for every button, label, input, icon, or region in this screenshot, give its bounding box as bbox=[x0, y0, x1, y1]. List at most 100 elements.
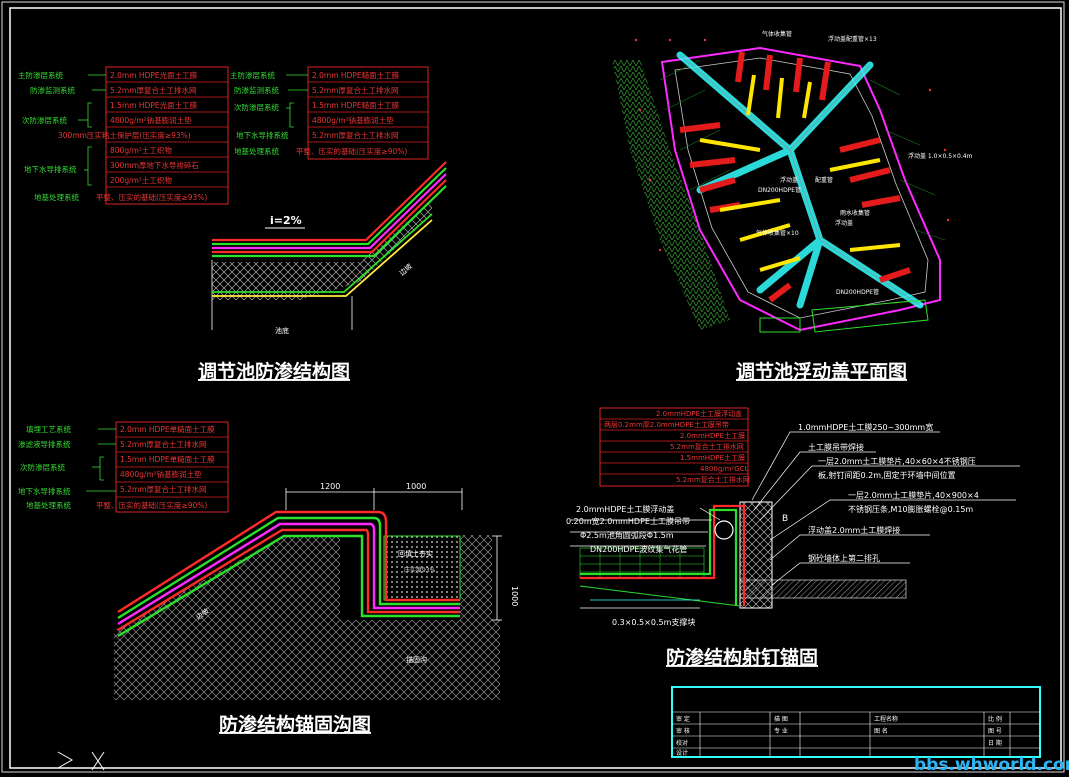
nail-left-3: DN200HDPE波纹集气花管 bbox=[590, 544, 687, 554]
nail-layer-3: 5.2mm复合土工排水网 bbox=[670, 442, 744, 451]
sys-label-2: 次防渗层系统 bbox=[22, 115, 67, 125]
nail-layer-1: 两层0.2mm厚2.0mmHDPE土工膜吊带 bbox=[604, 420, 729, 429]
plan-label-3: DN200HDPE管 bbox=[758, 186, 801, 194]
nail-layer-2: 2.0mmHDPE土工膜 bbox=[680, 431, 745, 440]
tb-cell-9: 图 号 bbox=[988, 728, 1002, 735]
nail-left-1: 0.20m宽2.0mmHDPE土工膜吊带 bbox=[566, 516, 690, 526]
plan-label-4: 配重管 bbox=[815, 176, 833, 184]
nail-layer-5: 4800g/m²GCL bbox=[700, 465, 749, 473]
layer-a-7: 200g/m²土工织物 bbox=[110, 175, 172, 185]
tb-cell-2: 校对 bbox=[676, 739, 688, 747]
layer-a-8: 平整、压实的基础(压实度≥93%) bbox=[96, 192, 207, 202]
trench-sys-0: 填埋工艺系统 bbox=[26, 424, 71, 434]
layer-a-5: 800g/m²土工织物 bbox=[110, 145, 172, 155]
nail-note-2: 一层2.0mm土工膜垫片,40×60×4不锈钢压 bbox=[818, 456, 976, 466]
layer-b-0: 2.0mm HDPE糙面土工膜 bbox=[312, 70, 400, 80]
plan-label-5: 雨水收集管 bbox=[840, 209, 870, 217]
sys-label-b-4: 地基处理系统 bbox=[234, 146, 279, 156]
cad-drawing-canvas: 2.0mm HDPE光面土工膜 5.2mm厚复合土工排水网 1.5mm HDPE… bbox=[1, 1, 1069, 775]
layer-a-0: 2.0mm HDPE光面土工膜 bbox=[110, 70, 198, 80]
nail-note-6: 浮动盖2.0mm土工膜焊接 bbox=[808, 525, 900, 535]
title-anchor-trench: 防渗结构锚固沟图 bbox=[219, 713, 371, 736]
title-nail-anchoring: 防渗结构射钉锚固 bbox=[666, 646, 818, 669]
trench-sys-5: 地基处理系统 bbox=[26, 500, 71, 510]
tb-cell-8: 比 例 bbox=[988, 715, 1002, 723]
nail-note-7: 钢砼墙体上第二排孔 bbox=[808, 553, 880, 563]
tb-cell-7: 图 名 bbox=[874, 727, 888, 735]
trench-fill-label: 回填土夯实 bbox=[398, 549, 433, 558]
nail-left-2: Φ2.5m池角圆弧段Φ1.5m bbox=[580, 530, 674, 540]
layer-b-3: 4800g/m²钠基膨润土垫 bbox=[312, 115, 394, 125]
tb-cell-10: 日 期 bbox=[988, 739, 1002, 747]
trench-layer-4: 5.2mm厚复合土工排水网 bbox=[120, 484, 207, 494]
nail-note-5: 不锈钢压条,M10膨胀螺栓@0.15m bbox=[848, 504, 973, 514]
plan-label-9: 气体收集管×10 bbox=[756, 229, 799, 237]
trench-layer-1: 5.2mm厚复合土工排水网 bbox=[120, 439, 207, 449]
sys-label-4: 地下水导排系统 bbox=[24, 164, 77, 174]
plan-grass-strip bbox=[612, 60, 730, 330]
tb-cell-3: 设计 bbox=[676, 749, 688, 757]
wall-base bbox=[739, 579, 907, 599]
layer-a-6: 300mm厚地下水导排碎石 bbox=[110, 160, 199, 170]
diagram-anchor-trench: 2.0mm HDPE单糙面土工膜 5.2mm厚复合土工排水网 1.5mm HDP… bbox=[18, 421, 519, 736]
trench-label: 锚固沟 bbox=[406, 655, 427, 664]
layer-a-4: 300mm压实粘土保护层(压实度≥93%) bbox=[58, 130, 191, 140]
tb-cell-1: 审 核 bbox=[676, 727, 690, 735]
trench-fill-label2: 压实度93% bbox=[404, 566, 436, 574]
sys-label-6: 地基处理系统 bbox=[34, 192, 79, 202]
title-lining-structure: 调节池防渗结构图 bbox=[198, 360, 350, 383]
sys-label-1: 防渗监测系统 bbox=[30, 85, 75, 95]
nail-layer-4: 1.5mmHDPE土工膜 bbox=[680, 453, 745, 462]
nail-layer-0: 2.0mmHDPE土工膜浮动盖 bbox=[656, 409, 742, 418]
layer-a-3: 4800g/m²钠基膨润土垫 bbox=[110, 115, 192, 125]
diagram-nail-anchoring: 2.0mmHDPE土工膜浮动盖 两层0.2mm厚2.0mmHDPE土工膜吊带 2… bbox=[566, 407, 1020, 669]
layer-b-4: 5.2mm厚复合土工排水网 bbox=[312, 130, 399, 140]
trench-layer-0: 2.0mm HDPE单糙面土工膜 bbox=[120, 424, 215, 434]
title-floating-cover-plan: 调节池浮动盖平面图 bbox=[736, 360, 907, 383]
nail-layer-6: 5.2mm复合土工排水网 bbox=[676, 475, 750, 484]
plan-note-right: 浮动盖 1.0×0.5×0.4m bbox=[908, 152, 973, 160]
diagram-lining-structure: 2.0mm HDPE光面土工膜 5.2mm厚复合土工排水网 1.5mm HDPE… bbox=[18, 66, 447, 383]
diagram-floating-cover-plan: 气体收集管 浮动盖配重管×13 浮动盖 DN200HDPE管 配重管 雨水收集管… bbox=[612, 30, 973, 383]
dim-1000-top: 1000 bbox=[406, 482, 426, 491]
sys-label-b-3: 地下水导排系统 bbox=[236, 130, 289, 140]
tb-cell-0: 审 定 bbox=[676, 715, 690, 723]
plan-label-10: DN200HDPE管 bbox=[836, 288, 879, 296]
trench-layer-3: 4800g/m²钠基膨润土垫 bbox=[120, 469, 202, 479]
sys-label-0: 主防渗层系统 bbox=[18, 70, 63, 80]
plan-label-2: 浮动盖 bbox=[780, 176, 798, 184]
dim-1200: 1200 bbox=[320, 482, 340, 491]
layer-table-b bbox=[307, 66, 429, 160]
watermark: bbs.whworld.com bbox=[914, 755, 1069, 775]
tb-cell-4: 描 图 bbox=[774, 715, 788, 723]
slope-label: i=2% bbox=[270, 214, 302, 227]
sys-label-b-1: 防渗监测系统 bbox=[234, 85, 279, 95]
trench-sys-1: 渗滤液导排系统 bbox=[18, 439, 71, 449]
nail-left-0: 2.0mmHDPE土工膜浮动盖 bbox=[576, 504, 674, 514]
nail-note-4: 一层2.0mm土工膜垫片,40×900×4 bbox=[848, 490, 979, 500]
tb-cell-5: 专 业 bbox=[774, 727, 788, 735]
tag-b: B bbox=[782, 514, 788, 524]
trench-sys-4: 地下水导排系统 bbox=[18, 486, 71, 496]
plan-label-1: 浮动盖配重管×13 bbox=[828, 35, 877, 43]
plan-label-0: 气体收集管 bbox=[762, 30, 792, 38]
layer-a-1: 5.2mm厚复合土工排水网 bbox=[110, 85, 197, 95]
nail-bottom: 0.3×0.5×0.5m支撑块 bbox=[612, 617, 695, 627]
trench-layer-5: 平整、压实的基础(压实度≥90%) bbox=[96, 500, 207, 510]
tb-cell-6: 工程名称 bbox=[874, 715, 898, 723]
layer-b-2: 1.5mm HDPE糙面土工膜 bbox=[312, 100, 400, 110]
bottom-label: 池底 bbox=[275, 326, 289, 335]
trench-layer-2: 1.5mm HDPE单糙面土工膜 bbox=[120, 454, 215, 464]
layer-b-5: 平整、压实的基础(压实度≥90%) bbox=[296, 146, 407, 156]
trench-sys-2: 次防渗层系统 bbox=[20, 462, 65, 472]
nail-note-0: 1.0mmHDPE土工膜250~300mm宽 bbox=[798, 422, 933, 432]
plan-label-6: 浮动盖 bbox=[835, 219, 853, 227]
gas-pipe-circle bbox=[714, 520, 734, 540]
sys-label-b-2: 次防渗层系统 bbox=[234, 102, 279, 112]
layer-a-2: 1.5mm HDPE光面土工膜 bbox=[110, 100, 198, 110]
nail-note-3: 板,射钉间距0.2m,固定于环墙中间位置 bbox=[818, 470, 956, 480]
nail-note-1: 土工膜吊带焊接 bbox=[808, 442, 864, 452]
side-slope-label: 边坡 bbox=[397, 261, 413, 277]
title-block: 审 定 审 核 校对 设计 描 图 专 业 工程名称 图 名 比 例 图 号 日… bbox=[671, 686, 1041, 758]
layer-b-1: 5.2mm厚复合土工排水网 bbox=[312, 85, 399, 95]
